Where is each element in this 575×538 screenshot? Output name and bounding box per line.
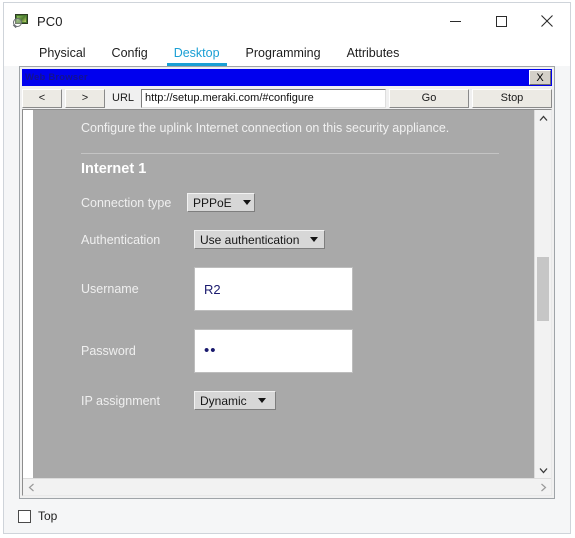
browser-title-label: Web Browser: [25, 72, 88, 83]
vertical-scroll-track[interactable]: [535, 126, 551, 462]
minimize-icon: [449, 20, 461, 22]
chevron-down-icon: [310, 237, 319, 242]
password-input[interactable]: ••: [194, 329, 353, 373]
page-intro-text: Configure the uplink Internet connection…: [81, 121, 450, 135]
browser-toolbar: < > URL http://setup.meraki.com/#configu…: [20, 86, 554, 109]
vertical-scroll-thumb[interactable]: [537, 257, 549, 321]
authentication-select[interactable]: Use authentication: [194, 230, 325, 249]
connection-type-label: Connection type: [81, 195, 172, 210]
section-divider: [81, 153, 499, 154]
maximize-button[interactable]: [478, 3, 524, 39]
desktop-pane: Web Browser X < > URL http://setup.merak…: [19, 66, 555, 499]
device-tab-strip: Physical Config Desktop Programming Attr…: [4, 39, 570, 66]
tab-programming[interactable]: Programming: [233, 46, 334, 66]
browser-close-button[interactable]: X: [529, 70, 551, 85]
username-row: Username R2: [81, 267, 534, 311]
scroll-up-button[interactable]: [535, 110, 551, 126]
chevron-left-icon: [28, 483, 34, 491]
authentication-value: Use authentication: [200, 232, 300, 247]
chevron-down-icon: [242, 200, 251, 205]
window-title-bar: PC0: [4, 3, 570, 39]
password-row: Password ••: [81, 329, 534, 373]
forward-button[interactable]: >: [65, 88, 105, 108]
stop-button[interactable]: Stop: [472, 88, 552, 108]
horizontal-scroll-track[interactable]: [39, 479, 535, 495]
top-checkbox[interactable]: [18, 509, 31, 523]
tab-attributes[interactable]: Attributes: [334, 46, 413, 66]
close-button[interactable]: [524, 3, 570, 39]
url-input[interactable]: http://setup.meraki.com/#configure: [141, 88, 386, 108]
url-label: URL: [112, 92, 135, 104]
page-viewport: Configure the uplink Internet connection…: [23, 110, 534, 478]
meraki-setup-page: Configure the uplink Internet connection…: [33, 110, 534, 478]
section-title: Internet 1: [81, 161, 147, 177]
browser-title-bar: Web Browser X: [22, 69, 552, 86]
maximize-icon: [495, 15, 507, 27]
authentication-label: Authentication: [81, 232, 161, 247]
page-vertical-scrollbar[interactable]: [534, 110, 551, 478]
tab-desktop[interactable]: Desktop: [161, 46, 233, 66]
scroll-right-button[interactable]: [535, 479, 551, 495]
password-label: Password: [81, 344, 136, 358]
scroll-down-button[interactable]: [535, 462, 551, 478]
connection-type-value: PPPoE: [193, 195, 232, 210]
window-title: PC0: [37, 13, 63, 29]
connection-type-row: Connection type PPPoE: [81, 193, 534, 212]
top-checkbox-label: Top: [38, 509, 58, 523]
chevron-up-icon: [539, 115, 547, 121]
authentication-row: Authentication Use authentication: [81, 230, 534, 249]
go-button[interactable]: Go: [389, 88, 469, 108]
window-controls: [432, 3, 570, 39]
scroll-left-button[interactable]: [23, 479, 39, 495]
window-bottom-bar: Top: [4, 499, 570, 533]
ip-assignment-value: Dynamic: [200, 393, 247, 408]
tab-config[interactable]: Config: [99, 46, 161, 66]
connection-type-select[interactable]: PPPoE: [187, 193, 255, 212]
chevron-right-icon: [540, 483, 546, 491]
username-label: Username: [81, 282, 139, 296]
pc0-window: PC0 Physical Config Desktop Programming …: [3, 2, 571, 534]
chevron-down-icon: [539, 467, 547, 473]
tab-physical[interactable]: Physical: [26, 46, 99, 66]
browser-content-row: Configure the uplink Internet connection…: [23, 110, 551, 478]
minimize-button[interactable]: [432, 3, 478, 39]
ip-assignment-select[interactable]: Dynamic: [194, 391, 276, 410]
page-horizontal-scrollbar[interactable]: [23, 478, 551, 495]
ip-assignment-row: IP assignment Dynamic: [81, 391, 534, 410]
back-button[interactable]: <: [22, 88, 62, 108]
close-icon: [541, 15, 553, 27]
username-field-value: R2: [204, 281, 221, 297]
ip-assignment-label: IP assignment: [81, 393, 160, 408]
browser-body: Configure the uplink Internet connection…: [22, 109, 552, 496]
pc-device-icon: [12, 13, 29, 29]
username-input[interactable]: R2: [194, 267, 353, 311]
chevron-down-icon: [257, 398, 266, 403]
